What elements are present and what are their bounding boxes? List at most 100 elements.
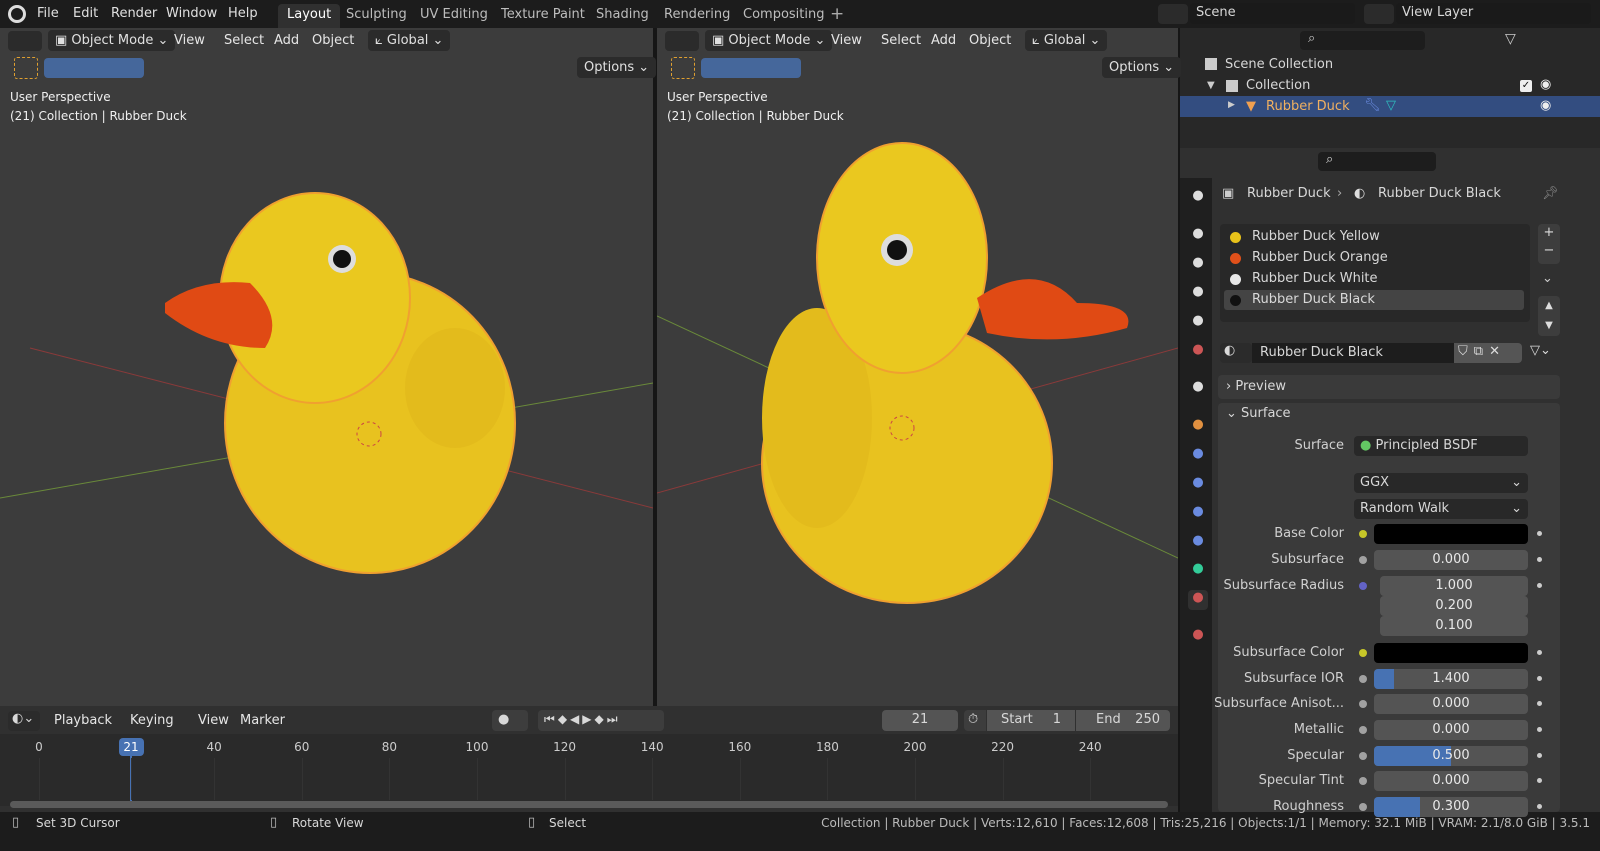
move-down-icon[interactable]: ▼ — [1538, 316, 1560, 336]
end-frame-field[interactable]: End 250 — [1076, 710, 1170, 731]
collection-expand-icon[interactable]: ▼ — [1207, 80, 1215, 91]
stopwatch-icon[interactable]: ⏱ — [964, 710, 986, 731]
editor-type-icon[interactable]: ◐⌄ — [8, 711, 40, 731]
keyframe-dot-icon[interactable] — [1537, 650, 1542, 655]
slot-add-remove[interactable]: + − — [1538, 224, 1560, 264]
viewport-menu-add[interactable]: Add — [931, 33, 956, 48]
keyframe-dot-icon[interactable] — [1537, 531, 1542, 536]
value-slider[interactable]: 1.400 — [1374, 669, 1528, 689]
collection-label[interactable]: Collection — [1246, 78, 1310, 93]
value-slider[interactable]: 0.300 — [1374, 797, 1528, 817]
value-slider[interactable]: 0.000 — [1374, 694, 1528, 714]
view-layer-field[interactable]: View Layer — [1396, 3, 1591, 24]
color-swatch[interactable] — [1374, 643, 1528, 663]
surface-shader-field[interactable]: ● Principled BSDF — [1354, 436, 1528, 456]
distribution-dropdown[interactable]: GGX ⌄ — [1354, 473, 1528, 493]
tab-rendering[interactable]: Rendering — [655, 4, 739, 28]
slot-specials-icon[interactable]: ⌄ — [1542, 271, 1553, 286]
tab-compositing[interactable]: Compositing — [734, 4, 834, 28]
orientation-dropdown[interactable]: ⟀ Global ⌄ — [1025, 30, 1108, 51]
keyframe-dot-icon[interactable] — [1537, 753, 1542, 758]
modifier-wrench-icon[interactable]: 🔧︎ — [1364, 98, 1381, 113]
fake-user-icon[interactable]: ⛉ — [1458, 344, 1474, 359]
viewport-menu-object[interactable]: Object — [312, 33, 354, 48]
viewport-menu-select[interactable]: Select — [224, 33, 264, 48]
viewport-menu-view[interactable]: View — [174, 33, 205, 48]
value-slider[interactable]: 0.100 — [1380, 616, 1528, 636]
filter-icon[interactable]: ▽ — [1505, 31, 1516, 47]
view-layer-tab-icon[interactable]: ● — [1188, 284, 1208, 304]
value-slider[interactable]: 1.000 — [1380, 576, 1528, 596]
scene-collection-label[interactable]: Scene Collection — [1225, 57, 1333, 72]
collection-tab-icon[interactable]: ● — [1188, 379, 1208, 399]
options-dropdown[interactable]: Options ⌄ — [577, 57, 657, 78]
timeline-menu-playback[interactable]: Playback — [54, 713, 112, 728]
menu-help[interactable]: Help — [228, 6, 258, 21]
view-layer-icon[interactable] — [1364, 4, 1394, 24]
menu-render[interactable]: Render — [111, 6, 157, 21]
viewport-right[interactable] — [657, 28, 1178, 706]
world-tab-icon[interactable]: ● — [1188, 342, 1208, 362]
select-tool-icon[interactable] — [14, 57, 38, 79]
viewport-left[interactable] — [0, 28, 653, 706]
viewport-divider[interactable] — [653, 28, 657, 706]
texture-tab-icon[interactable]: ● — [1188, 627, 1208, 647]
unlink-icon[interactable]: ✕ — [1489, 344, 1506, 359]
surface-panel-header[interactable]: ⌄ Surface — [1226, 406, 1291, 421]
select-mode-buttons[interactable] — [44, 58, 144, 78]
viewport-menu-add[interactable]: Add — [274, 33, 299, 48]
object-mode-dropdown[interactable]: ▣ Object Mode ⌄ — [705, 30, 833, 51]
keyframe-dot-icon[interactable] — [1537, 727, 1542, 732]
tab-shading[interactable]: Shading — [587, 4, 658, 28]
timeline-menu-keying[interactable]: Keying — [130, 713, 174, 728]
jump-start-icon[interactable]: ⏮ — [544, 712, 558, 726]
keyframe-dot-icon[interactable] — [1537, 676, 1542, 681]
material-slot[interactable]: Rubber Duck Black — [1224, 290, 1524, 310]
options-dropdown[interactable]: Options ⌄ — [1102, 57, 1182, 78]
value-slider[interactable]: 0.000 — [1374, 771, 1528, 791]
value-slider[interactable]: 0.000 — [1374, 550, 1528, 570]
scene-tab-icon[interactable]: ● — [1188, 313, 1208, 333]
remove-slot-icon[interactable]: − — [1538, 242, 1560, 260]
material-tab-icon[interactable]: ● — [1188, 590, 1208, 610]
select-mode-buttons[interactable] — [701, 58, 801, 78]
keyframe-dot-icon[interactable] — [1537, 583, 1542, 588]
menu-window[interactable]: Window — [166, 6, 217, 21]
material-slot[interactable]: Rubber Duck Orange — [1224, 248, 1524, 268]
material-actions[interactable]: ⛉⧉✕ — [1454, 343, 1522, 363]
value-slider[interactable]: 0.500 — [1374, 746, 1528, 766]
particles-tab-icon[interactable]: ● — [1188, 475, 1208, 495]
outliner-search[interactable]: ⌕ — [1300, 31, 1425, 50]
preview-panel-header[interactable]: › Preview — [1218, 375, 1560, 399]
output-tab-icon[interactable]: ● — [1188, 255, 1208, 275]
record-button[interactable]: ● — [492, 710, 528, 731]
viewport-menu-view[interactable]: View — [831, 33, 862, 48]
pin-icon[interactable]: 📌︎ — [1542, 186, 1559, 201]
start-frame-field[interactable]: Start 1 — [987, 710, 1075, 731]
keyframe-dot-icon[interactable] — [1537, 557, 1542, 562]
menu-edit[interactable]: Edit — [73, 6, 98, 21]
blender-logo-icon[interactable] — [8, 5, 26, 23]
tab-uv-editing[interactable]: UV Editing — [411, 4, 497, 28]
object-expand-icon[interactable]: ▶ — [1228, 100, 1235, 110]
add-slot-icon[interactable]: + — [1538, 224, 1560, 242]
tab-sculpting[interactable]: Sculpting — [337, 4, 416, 28]
keyframe-dot-icon[interactable] — [1537, 778, 1542, 783]
scene-selector-icon[interactable] — [1158, 4, 1188, 24]
collection-checkbox[interactable]: ✓ — [1520, 80, 1532, 92]
eye-icon[interactable]: ◉ — [1540, 98, 1551, 113]
play-reverse-icon[interactable]: ◀ — [570, 712, 582, 726]
prev-key-icon[interactable]: ◆ — [558, 712, 570, 726]
material-browse-icon[interactable]: ◐ — [1220, 343, 1252, 363]
slot-move[interactable]: ▲ ▼ — [1538, 296, 1560, 336]
render-tab-icon[interactable]: ● — [1188, 226, 1208, 246]
viewport-menu-object[interactable]: Object — [969, 33, 1011, 48]
orientation-dropdown[interactable]: ⟀ Global ⌄ — [368, 30, 451, 51]
viewport-menu-select[interactable]: Select — [881, 33, 921, 48]
value-slider[interactable]: 0.000 — [1374, 720, 1528, 740]
keyframe-dot-icon[interactable] — [1537, 701, 1542, 706]
object-mode-dropdown[interactable]: ▣ Object Mode ⌄ — [48, 30, 176, 51]
object-tab-icon[interactable]: ● — [1188, 417, 1208, 437]
subsurface-method-dropdown[interactable]: Random Walk ⌄ — [1354, 499, 1528, 519]
material-slot[interactable]: Rubber Duck White — [1224, 269, 1524, 289]
